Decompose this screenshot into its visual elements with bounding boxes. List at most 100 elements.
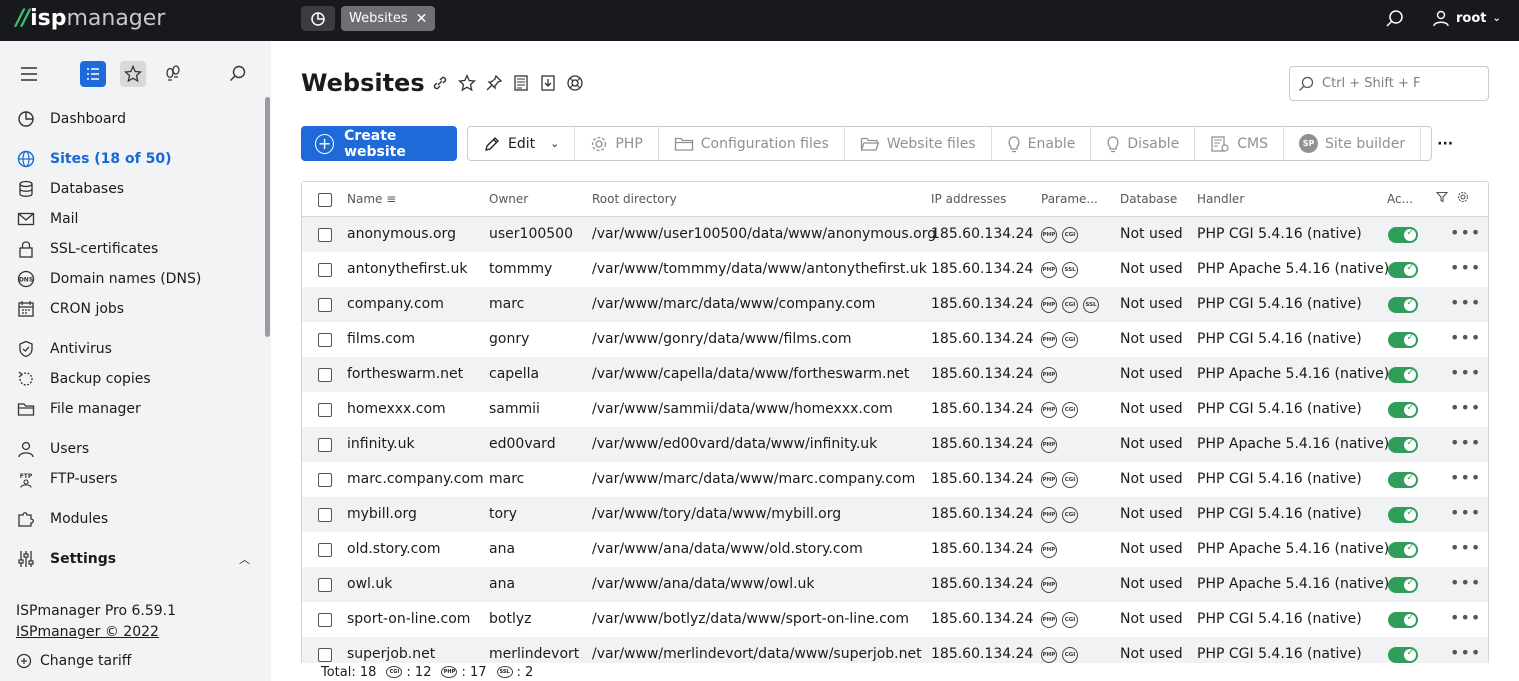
cell-name[interactable]: sport-on-line.com (347, 611, 470, 627)
edit-button[interactable]: Edit ⌄ (468, 127, 576, 160)
sidebar-item-cron-jobs[interactable]: CRON jobs (16, 297, 256, 321)
star-icon[interactable] (458, 74, 476, 92)
table-row[interactable]: antonythefirst.uk tommmy/var/www/tommmy/d… (302, 252, 1488, 287)
column-header-active[interactable]: Ac... (1387, 192, 1413, 206)
row-checkbox[interactable] (318, 228, 332, 242)
table-row[interactable]: company.com marc/var/www/marc/data/www/co… (302, 287, 1488, 322)
table-row[interactable]: mybill.org tory/var/www/tory/data/www/myb… (302, 497, 1488, 532)
row-checkbox[interactable] (318, 648, 332, 662)
cell-name[interactable]: marc.company.com (347, 471, 484, 487)
row-checkbox[interactable] (318, 438, 332, 452)
table-row[interactable]: infinity.uk ed00vard/var/www/ed00vard/dat… (302, 427, 1488, 462)
active-toggle[interactable]: ✓ (1388, 647, 1418, 663)
active-toggle[interactable]: ✓ (1388, 507, 1418, 523)
row-checkbox[interactable] (318, 473, 332, 487)
cell-name[interactable]: old.story.com (347, 541, 441, 557)
row-menu-icon[interactable]: ••• (1450, 538, 1481, 557)
row-menu-icon[interactable]: ••• (1450, 223, 1481, 242)
row-menu-icon[interactable]: ••• (1450, 608, 1481, 627)
table-row[interactable]: old.story.com ana/var/www/ana/data/www/ol… (302, 532, 1488, 567)
php-button[interactable]: PHP (575, 127, 659, 160)
sidebar-item-ftp-users[interactable]: FTP FTP-users (16, 467, 256, 491)
active-toggle[interactable]: ✓ (1388, 332, 1418, 348)
sidebar-item-mail[interactable]: Mail (16, 207, 256, 231)
more-actions-button[interactable]: ··· (1421, 127, 1469, 160)
sidebar-item-databases[interactable]: Databases (16, 177, 256, 201)
configuration-files-button[interactable]: Configuration files (659, 127, 845, 160)
website-files-button[interactable]: Website files (845, 127, 992, 160)
row-menu-icon[interactable]: ••• (1450, 398, 1481, 417)
favorites-star-icon[interactable] (120, 61, 146, 87)
row-menu-icon[interactable]: ••• (1450, 643, 1481, 662)
row-menu-icon[interactable]: ••• (1450, 468, 1481, 487)
active-toggle[interactable]: ✓ (1388, 577, 1418, 593)
copyright-link[interactable]: ISPmanager © 2022 (16, 624, 159, 640)
cell-name[interactable]: mybill.org (347, 506, 417, 522)
column-header-name[interactable]: Name ≡ (347, 192, 396, 206)
sidebar-scrollbar[interactable] (265, 97, 270, 337)
cell-name[interactable]: homexxx.com (347, 401, 446, 417)
active-toggle[interactable]: ✓ (1388, 367, 1418, 383)
cell-name[interactable]: company.com (347, 296, 444, 312)
enable-button[interactable]: Enable (992, 127, 1092, 160)
cell-name[interactable]: infinity.uk (347, 436, 415, 452)
table-row[interactable]: sport-on-line.com botlyz/var/www/botlyz/d… (302, 602, 1488, 637)
table-row[interactable]: films.com gonry/var/www/gonry/data/www/fi… (302, 322, 1488, 357)
column-header-root-directory[interactable]: Root directory (592, 192, 677, 206)
sidebar-search-icon[interactable] (225, 61, 251, 87)
select-all-checkbox[interactable] (318, 193, 332, 207)
row-checkbox[interactable] (318, 333, 332, 347)
document-list-icon[interactable] (512, 74, 530, 92)
sidebar-item-ssl-certificates[interactable]: SSL-certificates (16, 237, 256, 261)
row-checkbox[interactable] (318, 298, 332, 312)
table-row[interactable]: anonymous.org user100500/var/www/user1005… (302, 217, 1488, 252)
chevron-up-icon[interactable]: ︿ (239, 551, 250, 567)
table-row[interactable]: marc.company.com marc/var/www/marc/data/w… (302, 462, 1488, 497)
row-menu-icon[interactable]: ••• (1450, 433, 1481, 452)
close-icon[interactable]: ✕ (416, 11, 428, 27)
row-menu-icon[interactable]: ••• (1450, 258, 1481, 277)
cms-button[interactable]: CMS (1195, 127, 1285, 160)
table-search[interactable] (1289, 66, 1489, 101)
active-toggle[interactable]: ✓ (1388, 402, 1418, 418)
disable-button[interactable]: Disable (1091, 127, 1196, 160)
column-header-handler[interactable]: Handler (1197, 192, 1244, 206)
logo[interactable]: // isp manager (16, 6, 165, 31)
row-checkbox[interactable] (318, 508, 332, 522)
column-header-database[interactable]: Database (1120, 192, 1177, 206)
sidebar-item-backup-copies[interactable]: Backup copies (16, 367, 256, 391)
row-checkbox[interactable] (318, 403, 332, 417)
active-toggle[interactable]: ✓ (1388, 262, 1418, 278)
active-toggle[interactable]: ✓ (1388, 227, 1418, 243)
row-checkbox[interactable] (318, 578, 332, 592)
row-menu-icon[interactable]: ••• (1450, 503, 1481, 522)
column-settings-gear-icon[interactable] (1457, 191, 1469, 206)
user-menu[interactable]: root ⌄ (1432, 9, 1501, 27)
active-toggle[interactable]: ✓ (1388, 437, 1418, 453)
sidebar-item-dashboard[interactable]: Dashboard (16, 107, 256, 131)
sidebar-item-sites[interactable]: Sites (18 of 50) (16, 147, 256, 171)
sidebar-item-antivirus[interactable]: Antivirus (16, 337, 256, 361)
table-row[interactable]: owl.uk ana/var/www/ana/data/www/owl.uk 185… (302, 567, 1488, 602)
row-menu-icon[interactable]: ••• (1450, 328, 1481, 347)
column-header-parameters[interactable]: Parame... (1041, 192, 1098, 206)
list-view-icon[interactable] (80, 61, 106, 87)
chevron-down-icon[interactable]: ⌄ (550, 137, 559, 150)
hamburger-icon[interactable] (16, 61, 42, 87)
sidebar-item-settings[interactable]: Settings ︿ (16, 547, 256, 571)
cell-name[interactable]: anonymous.org (347, 226, 456, 242)
row-menu-icon[interactable]: ••• (1450, 293, 1481, 312)
pin-icon[interactable] (485, 74, 503, 92)
table-row[interactable]: fortheswarm.net capella/var/www/capella/d… (302, 357, 1488, 392)
tab-websites[interactable]: Websites ✕ (341, 6, 436, 31)
sidebar-item-file-manager[interactable]: File manager (16, 397, 256, 421)
sidebar-item-modules[interactable]: Modules (16, 507, 256, 531)
sidebar-item-dns[interactable]: DNS Domain names (DNS) (16, 267, 256, 291)
footprints-icon[interactable] (160, 61, 186, 87)
filter-icon[interactable] (1435, 191, 1449, 206)
change-tariff-link[interactable]: Change tariff (16, 653, 131, 669)
table-row[interactable]: homexxx.com sammii/var/www/sammii/data/ww… (302, 392, 1488, 427)
active-toggle[interactable]: ✓ (1388, 612, 1418, 628)
cell-name[interactable]: films.com (347, 331, 415, 347)
dashboard-tab[interactable] (301, 6, 335, 31)
